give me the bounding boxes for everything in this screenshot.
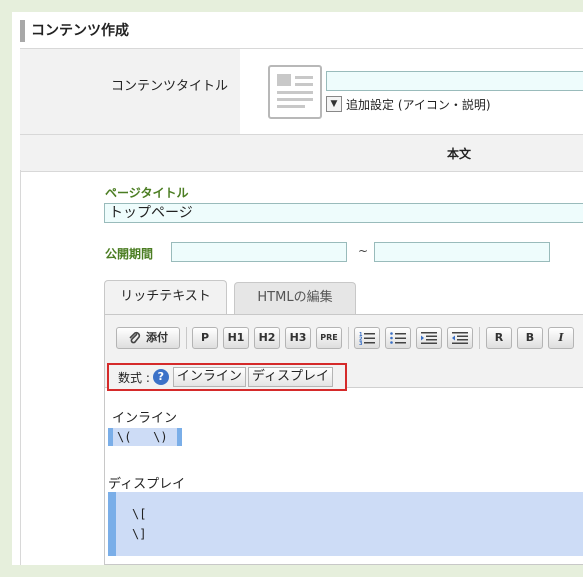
attach-button[interactable]: 添付 (116, 327, 180, 349)
display-heading-text: ディスプレイ (108, 477, 186, 492)
publish-period-label: 公開期間 (105, 247, 154, 261)
page-title-input[interactable]: トップページ (104, 203, 583, 223)
content-title-input[interactable] (326, 71, 583, 91)
period-separator: ~ (358, 244, 369, 258)
content-title-cell: ▼ 追加設定 (アイコン・説明) (240, 49, 583, 135)
tab-html-edit[interactable]: HTMLの編集 (234, 282, 356, 314)
rich-text-editor: 添付 P H1 H2 H3 PRE 1 2 3 R B I 数式: ? インラ… (104, 314, 583, 565)
italic-button[interactable]: I (548, 327, 574, 349)
ordered-list-icon: 1 2 3 (359, 332, 375, 345)
period-end-input[interactable] (374, 242, 550, 262)
display-math-start: \[ (132, 507, 147, 521)
advanced-settings-toggle[interactable]: ▼ 追加設定 (アイコン・説明) (326, 95, 491, 113)
inline-heading-text: インライン (112, 411, 178, 426)
bold-button[interactable]: B (517, 327, 543, 349)
indent-button[interactable] (416, 327, 442, 349)
inline-math-block[interactable]: \( \) (108, 428, 182, 446)
toolbar-separator (348, 327, 349, 349)
h2-button[interactable]: H2 (254, 327, 280, 349)
content-title-row: コンテンツタイトル ▼ 追加設定 (アイコン・説明) (20, 48, 583, 135)
outdent-button[interactable] (447, 327, 473, 349)
display-formula-button[interactable]: ディスプレイ (247, 367, 333, 387)
formula-toolbar-group: 数式 : ? インライン ディスプレイ (107, 363, 347, 391)
pre-button[interactable]: PRE (316, 327, 342, 349)
r-button[interactable]: R (486, 327, 512, 349)
ordered-list-button[interactable]: 1 2 3 (354, 327, 380, 349)
display-math-block[interactable]: \[ \] (108, 492, 583, 556)
unordered-list-icon (390, 332, 406, 344)
left-divider (20, 170, 21, 565)
page-heading: コンテンツ作成 (20, 20, 129, 42)
editor-content-area[interactable]: インライン \( \) ディスプレイ \[ \] (105, 388, 583, 565)
formula-label: 数式 : (118, 370, 150, 385)
advanced-settings-label: 追加設定 (アイコン・説明) (346, 97, 491, 112)
body-header-row: 本文 (20, 134, 583, 172)
editor-toolbar: 添付 P H1 H2 H3 PRE 1 2 3 R B I 数式: ? インラ… (105, 315, 583, 391)
indent-icon (421, 332, 437, 344)
paragraph-button[interactable]: P (192, 327, 218, 349)
tab-rich-text[interactable]: リッチテキスト (104, 280, 227, 314)
unordered-list-button[interactable] (385, 327, 411, 349)
body-header-label: 本文 (447, 147, 472, 161)
toolbar-separator (479, 327, 480, 349)
period-start-input[interactable] (171, 242, 347, 262)
display-math-end: \] (132, 527, 147, 541)
outdent-icon (452, 332, 468, 344)
page-title-label: ページタイトル (105, 186, 189, 200)
help-icon[interactable]: ? (152, 369, 169, 385)
attach-label: 添付 (146, 331, 168, 344)
content-title-label: コンテンツタイトル (111, 79, 229, 94)
toolbar-separator (186, 327, 187, 349)
inline-formula-button[interactable]: インライン (172, 367, 246, 387)
h3-button[interactable]: H3 (285, 327, 311, 349)
triangle-down-icon: ▼ (326, 96, 342, 112)
content-create-panel: コンテンツ作成 コンテンツタイトル ▼ 追加設定 (アイコン・説明) 本文 ペー… (12, 12, 583, 565)
svg-text:3: 3 (359, 341, 363, 345)
h1-button[interactable]: H1 (223, 327, 249, 349)
document-icon[interactable] (268, 65, 322, 119)
paperclip-icon (129, 331, 141, 344)
